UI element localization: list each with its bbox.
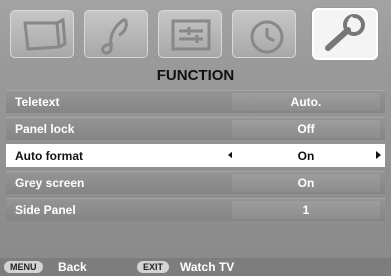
menu-title: FUNCTION <box>156 67 235 84</box>
tab-picture[interactable] <box>10 10 74 58</box>
row-label: Panel lock <box>15 122 75 136</box>
menu-row-panel-lock[interactable]: Panel lock Off <box>6 117 385 140</box>
wrench-tool-icon <box>325 14 365 51</box>
row-value[interactable]: On <box>232 147 380 165</box>
tab-sound[interactable] <box>84 10 148 58</box>
watch-tv-label: Watch TV <box>180 260 235 274</box>
row-label: Teletext <box>15 95 60 109</box>
category-tabs <box>6 6 385 60</box>
row-label: Auto format <box>15 149 83 163</box>
menu-row-teletext[interactable]: Teletext Auto. <box>6 90 385 113</box>
exit-key-badge[interactable]: EXIT <box>137 261 170 273</box>
row-label: Side Panel <box>15 203 76 217</box>
back-label: Back <box>58 260 87 274</box>
row-label: Grey screen <box>15 176 85 190</box>
row-value[interactable]: On <box>232 174 380 192</box>
arrow-right-icon[interactable] <box>376 151 381 159</box>
tab-function[interactable] <box>312 8 378 60</box>
menu-row-auto-format[interactable]: Auto format On <box>6 144 385 167</box>
tv-menu-screen: FUNCTION Teletext Auto. Panel lock Off A… <box>0 0 391 276</box>
footer-hint-bar: MENU Back EXIT Watch TV <box>0 258 391 276</box>
menu-row-side-panel[interactable]: Side Panel 1 <box>6 198 385 221</box>
clock-icon <box>250 20 284 54</box>
tab-timer[interactable] <box>232 10 296 58</box>
tab-setup[interactable] <box>158 10 222 58</box>
settings-sliders-icon <box>171 19 211 51</box>
menu-row-grey-screen[interactable]: Grey screen On <box>6 171 385 194</box>
menu-key-badge[interactable]: MENU <box>4 261 43 273</box>
tv-picture-icon <box>23 17 67 51</box>
function-menu: Teletext Auto. Panel lock Off Auto forma… <box>6 90 385 225</box>
row-value[interactable]: 1 <box>232 201 380 219</box>
row-value[interactable]: Auto. <box>232 93 380 111</box>
music-note-icon <box>101 17 128 55</box>
row-value[interactable]: Off <box>232 120 380 138</box>
